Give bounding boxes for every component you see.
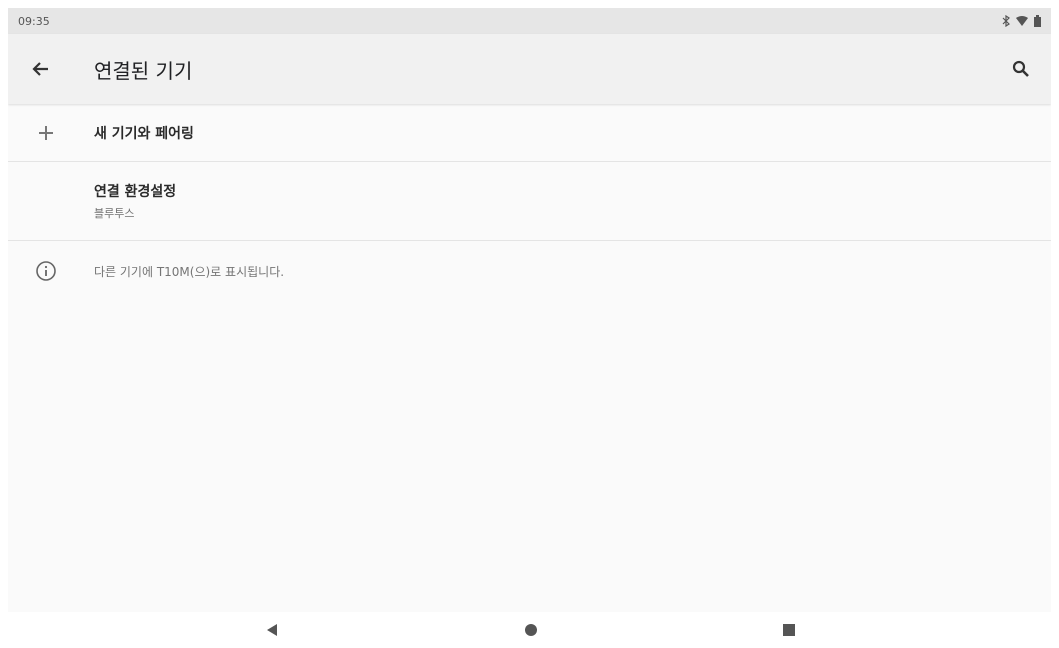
battery-icon <box>1034 15 1041 27</box>
status-bar: 09:35 <box>8 8 1051 34</box>
settings-list: 새 기기와 페어링 연결 환경설정 블루투스 <box>8 104 1051 241</box>
status-icons <box>1002 15 1041 27</box>
connection-preferences-item[interactable]: 연결 환경설정 블루투스 <box>8 162 1051 241</box>
page-title: 연결된 기기 <box>94 58 193 83</box>
nav-home-icon[interactable] <box>521 620 541 640</box>
device-visibility-text: 다른 기기에 T10M(으)로 표시됩니다. <box>94 264 285 279</box>
screen: 09:35 연결된 기기 새 기기와 페어링 연결 환경설정 블루투스 다른 기… <box>8 8 1051 612</box>
connection-preferences-summary: 블루투스 <box>94 207 135 220</box>
bluetooth-icon <box>1002 15 1010 27</box>
device-visibility-info: 다른 기기에 T10M(으)로 표시됩니다. <box>8 241 1051 301</box>
pair-new-device-item[interactable]: 새 기기와 페어링 <box>8 104 1051 162</box>
status-time: 09:35 <box>18 14 50 28</box>
nav-recents-icon[interactable] <box>779 620 799 640</box>
app-bar: 연결된 기기 <box>8 34 1051 104</box>
nav-back-icon[interactable] <box>262 620 282 640</box>
connection-preferences-label: 연결 환경설정 <box>94 184 177 200</box>
navigation-bar <box>0 612 1059 648</box>
search-icon[interactable] <box>1009 57 1033 81</box>
arrow-back-icon[interactable] <box>28 57 52 81</box>
wifi-icon <box>1016 16 1028 26</box>
pair-new-device-label: 새 기기와 페어링 <box>94 125 194 142</box>
plus-icon <box>34 121 58 145</box>
info-icon <box>34 259 58 283</box>
